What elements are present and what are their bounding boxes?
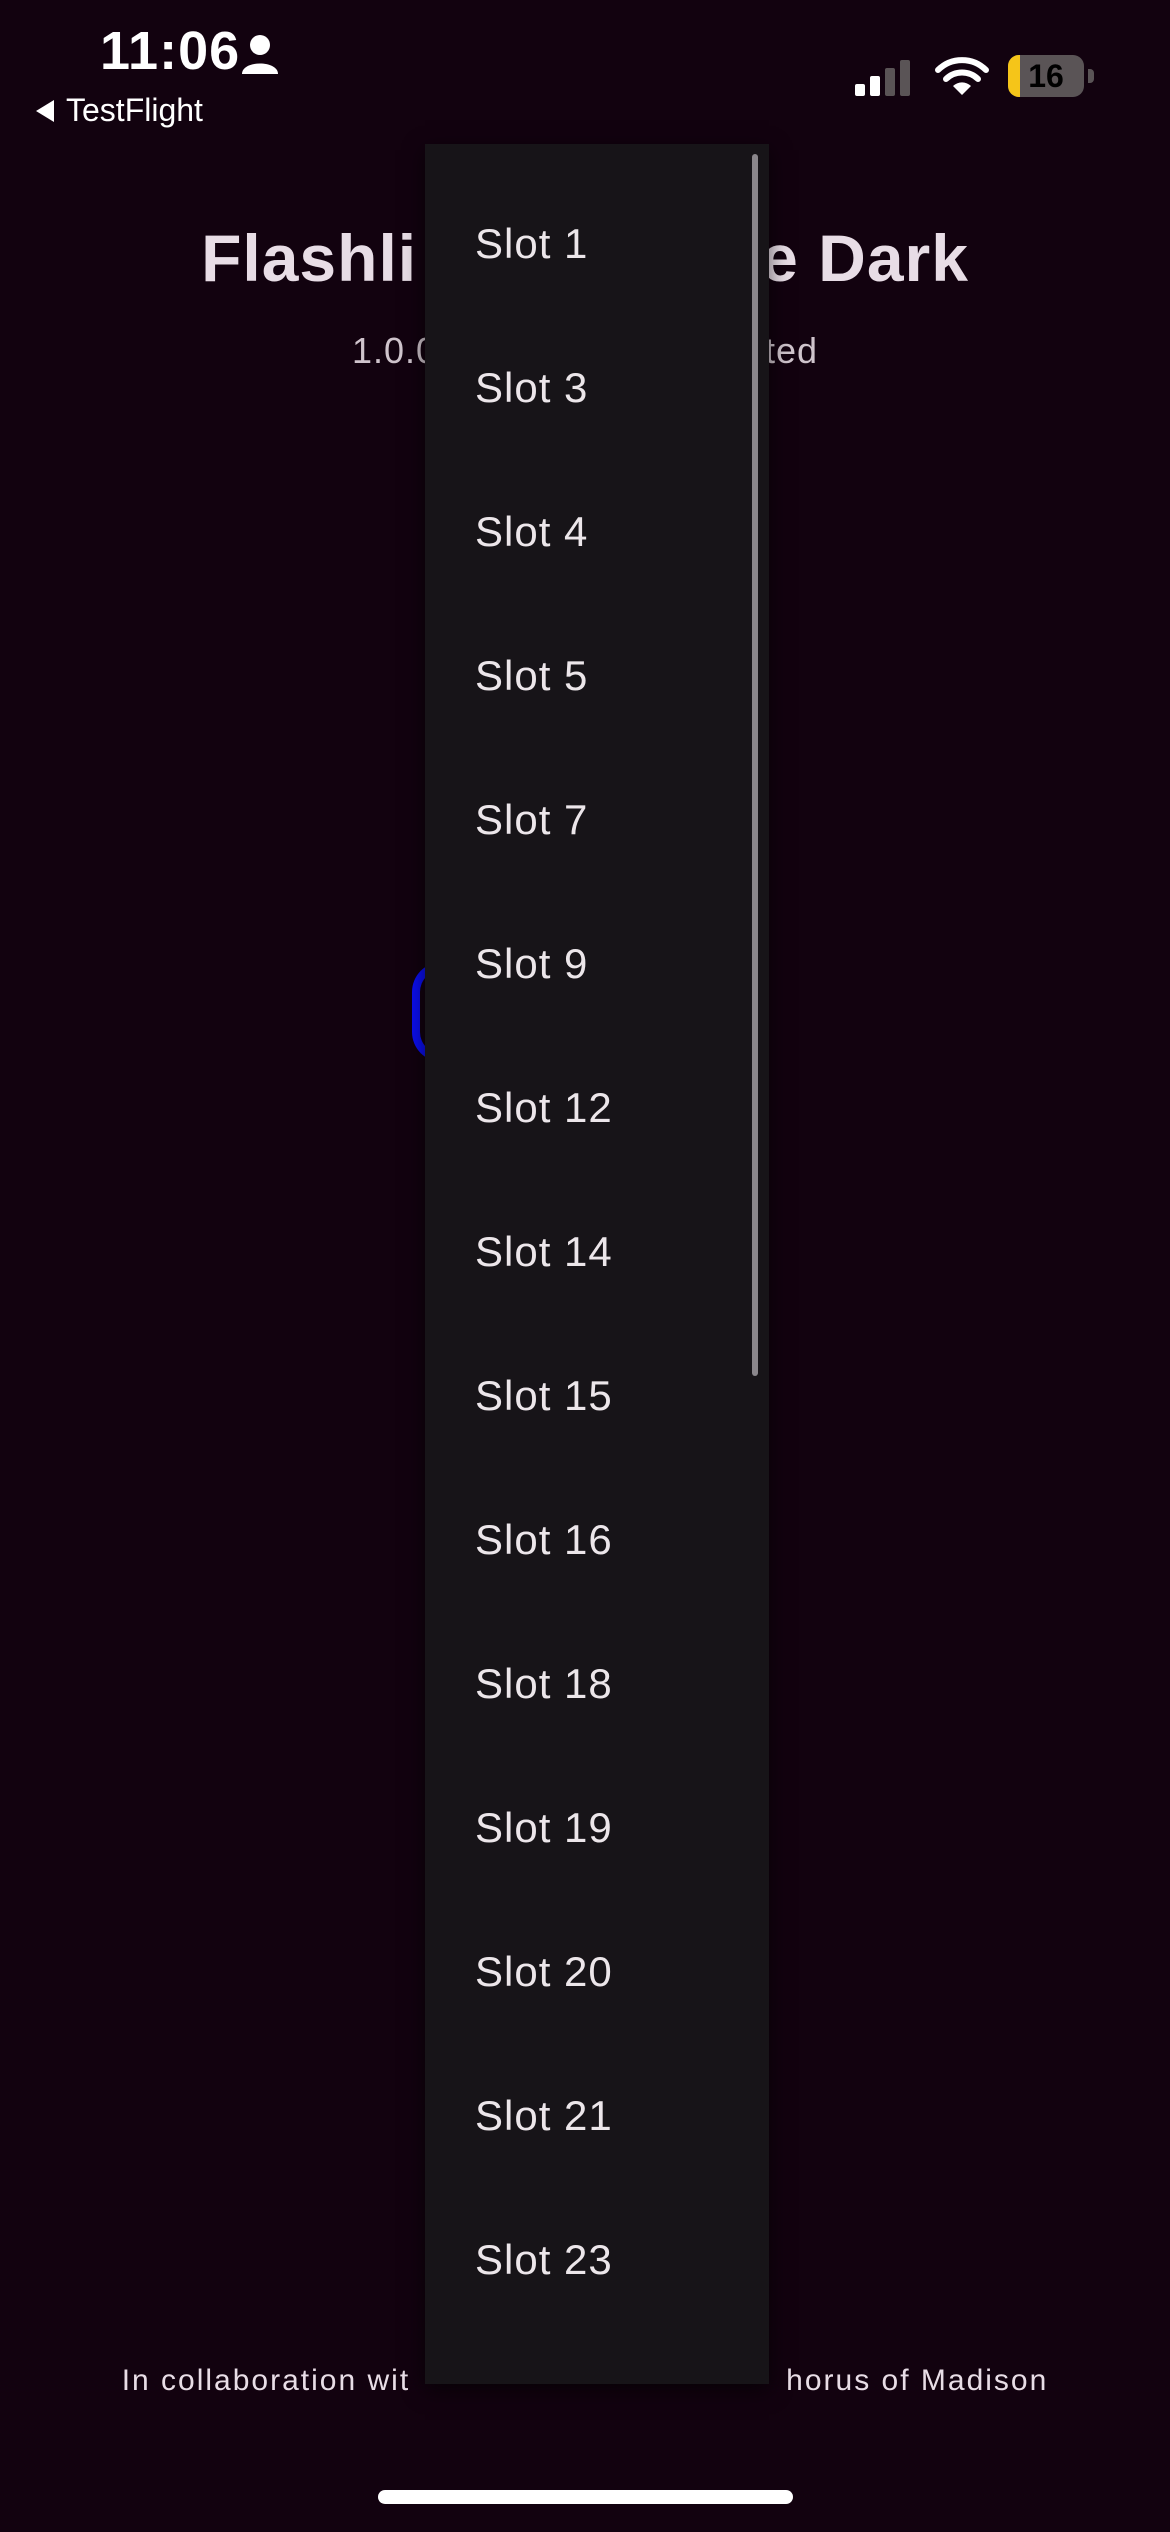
slot-option[interactable]: Slot 7 — [425, 748, 769, 892]
back-link-label: TestFlight — [66, 92, 203, 128]
slot-list: Slot 1 Slot 3 Slot 4 Slot 5 Slot 7 Slot … — [425, 172, 769, 2332]
status-time: 11:06 — [100, 21, 241, 81]
app-version-end: ted — [765, 330, 819, 371]
slot-option[interactable]: Slot 19 — [425, 1756, 769, 1900]
slot-option[interactable]: Slot 1 — [425, 172, 769, 316]
home-indicator[interactable] — [378, 2490, 793, 2504]
battery-icon: 16 — [1008, 55, 1094, 97]
slot-option[interactable]: Slot 21 — [425, 2044, 769, 2188]
back-arrow-icon — [36, 99, 54, 122]
app-title-start: Flashli — [201, 221, 418, 295]
slot-option[interactable]: Slot 18 — [425, 1612, 769, 1756]
slot-dropdown-menu[interactable]: Slot 1 Slot 3 Slot 4 Slot 5 Slot 7 Slot … — [425, 144, 769, 2384]
slot-option[interactable]: Slot 15 — [425, 1324, 769, 1468]
person-icon — [242, 35, 278, 74]
slot-option[interactable]: Slot 20 — [425, 1900, 769, 2044]
app-title-end: e Dark — [761, 221, 969, 295]
slot-option[interactable]: Slot 9 — [425, 892, 769, 1036]
wifi-icon — [935, 57, 989, 95]
status-bar: 11:06 TestFlight 16 — [0, 0, 1170, 140]
slot-option[interactable]: Slot 14 — [425, 1180, 769, 1324]
back-to-testflight-link[interactable]: TestFlight — [36, 92, 203, 129]
dropdown-scrollbar[interactable] — [752, 154, 758, 1376]
slot-option[interactable]: Slot 16 — [425, 1468, 769, 1612]
slot-option[interactable]: Slot 5 — [425, 604, 769, 748]
slot-option[interactable]: Slot 23 — [425, 2188, 769, 2332]
signal-icon — [855, 60, 910, 96]
battery-level: 16 — [1028, 58, 1064, 94]
slot-option[interactable]: Slot 3 — [425, 316, 769, 460]
slot-option[interactable]: Slot 4 — [425, 460, 769, 604]
footer-credit-start: In collaboration wit — [121, 2364, 411, 2397]
slot-option[interactable]: Slot 12 — [425, 1036, 769, 1180]
footer-credit-end: horus of Madison — [786, 2364, 1049, 2397]
